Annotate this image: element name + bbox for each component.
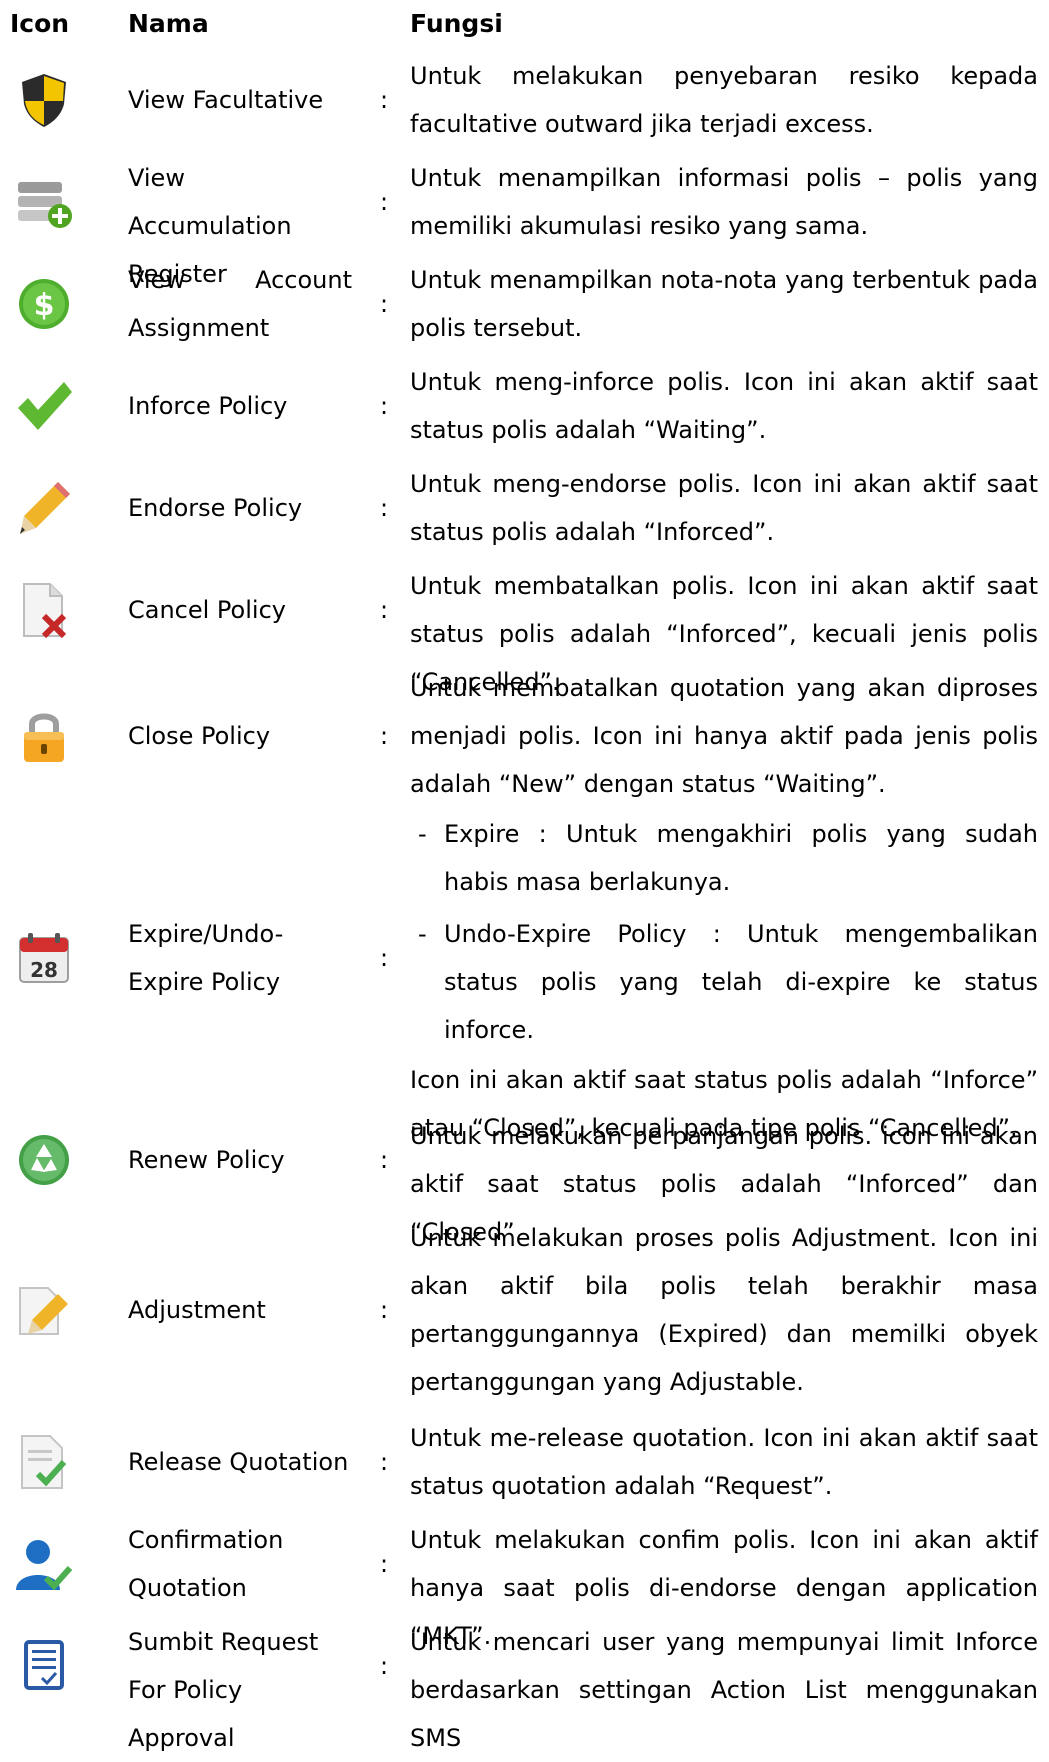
shield-icon xyxy=(14,70,74,130)
row-nama: Close Policy xyxy=(128,722,271,750)
recycle-icon xyxy=(14,1130,74,1190)
row-colon: : xyxy=(380,1652,389,1680)
header-nama: Nama xyxy=(128,9,209,38)
row-fungsi: Untuk melakukan proses polis Adjustment.… xyxy=(410,1224,1038,1396)
padlock-icon xyxy=(14,706,74,766)
document-check-icon xyxy=(14,1432,74,1492)
row-nama: Confirmation Quotation xyxy=(128,1526,284,1602)
row-nama: Release Quotation xyxy=(128,1448,349,1476)
row-colon: : xyxy=(380,392,389,420)
row-nama: Endorse Policy xyxy=(128,494,303,522)
table-row: Renew Policy : Untuk melakukan perpanjan… xyxy=(0,1112,1049,1246)
table-row: View Facultative : Untuk melakukan penye… xyxy=(0,52,1049,148)
table-row: Confirmation Quotation : Untuk melakukan… xyxy=(0,1516,1049,1650)
database-add-icon xyxy=(14,172,74,232)
row-colon: : xyxy=(380,944,389,972)
row-colon: : xyxy=(380,1550,389,1578)
row-colon: : xyxy=(380,1296,389,1324)
row-colon: : xyxy=(380,1448,389,1476)
table-row: 28 Expire/Undo-Expire Policy : - Expire :… xyxy=(0,810,1049,1142)
row-colon: : xyxy=(380,494,389,522)
document-delete-icon xyxy=(14,580,74,640)
table-row: View Accumulation Register : Untuk menam… xyxy=(0,154,1049,288)
header-fungsi: Fungsi xyxy=(410,9,503,38)
form-check-icon xyxy=(14,1636,74,1696)
icon-function-table: Icon Nama Fungsi View Facultative : Untu… xyxy=(0,0,1049,1752)
row-colon: : xyxy=(380,290,389,318)
pencil-icon xyxy=(14,478,74,538)
row-colon: : xyxy=(380,1146,389,1174)
row-colon: : xyxy=(380,596,389,624)
table-row: Release Quotation : Untuk me-release quo… xyxy=(0,1414,1049,1510)
row-fungsi-block: - Expire : Untuk mengakhiri polis yang su… xyxy=(410,810,1038,1152)
row-fungsi: Untuk melakukan penyebaran resiko kepada… xyxy=(410,62,1038,138)
bullet-text: Undo-Expire Policy : Untuk mengembalikan… xyxy=(444,920,1038,1044)
row-fungsi: Untuk menampilkan nota-nota yang terbent… xyxy=(410,266,1038,342)
table-row: Sumbit Request For Policy Approval : Unt… xyxy=(0,1618,1049,1752)
row-fungsi: Untuk membatalkan quotation yang akan di… xyxy=(410,674,1038,798)
row-nama: Cancel Policy xyxy=(128,596,286,624)
table-row: Cancel Policy : Untuk membatalkan polis.… xyxy=(0,562,1049,696)
list-item: - Expire : Untuk mengakhiri polis yang su… xyxy=(418,820,1038,896)
calendar-icon: 28 xyxy=(14,928,74,988)
table-row: Inforce Policy : Untuk meng-inforce poli… xyxy=(0,358,1049,454)
row-nama: View Account Assignment xyxy=(128,266,352,342)
row-fungsi: Untuk mencari user yang mempunyai limit … xyxy=(410,1628,1038,1752)
row-fungsi: Untuk me-release quotation. Icon ini aka… xyxy=(410,1424,1038,1500)
document-edit-icon xyxy=(14,1280,74,1340)
table-row: Close Policy : Untuk membatalkan quotati… xyxy=(0,664,1049,810)
table-row: $ View Account Assignment : Untuk menamp… xyxy=(0,256,1049,352)
row-nama: Expire/Undo-Expire Policy xyxy=(128,920,284,996)
bullet-text: Expire : Untuk mengakhiri polis yang sud… xyxy=(444,820,1038,896)
row-colon: : xyxy=(380,188,389,216)
row-nama: Renew Policy xyxy=(128,1146,285,1174)
dollar-coin-icon: $ xyxy=(14,274,74,334)
list-item: - Undo-Expire Policy : Untuk mengembalika… xyxy=(418,920,1038,1044)
header-icon: Icon xyxy=(10,9,70,38)
row-nama: Inforce Policy xyxy=(128,392,288,420)
svg-text:28: 28 xyxy=(30,958,58,982)
row-nama: Sumbit Request For Policy Approval xyxy=(128,1628,319,1752)
user-check-icon xyxy=(14,1534,74,1594)
table-row: Adjustment : Untuk melakukan proses poli… xyxy=(0,1214,1049,1408)
table-row: Endorse Policy : Untuk meng-endorse poli… xyxy=(0,460,1049,556)
row-nama: Adjustment xyxy=(128,1296,266,1324)
row-fungsi: Untuk meng-endorse polis. Icon ini akan … xyxy=(410,470,1038,546)
checkmark-icon xyxy=(14,376,74,436)
row-fungsi: Untuk meng-inforce polis. Icon ini akan … xyxy=(410,368,1038,444)
row-colon: : xyxy=(380,722,389,750)
svg-text:$: $ xyxy=(34,288,55,323)
row-nama: View Facultative xyxy=(128,86,324,114)
row-fungsi: Untuk menampilkan informasi polis – poli… xyxy=(410,164,1038,240)
row-colon: : xyxy=(380,86,389,114)
